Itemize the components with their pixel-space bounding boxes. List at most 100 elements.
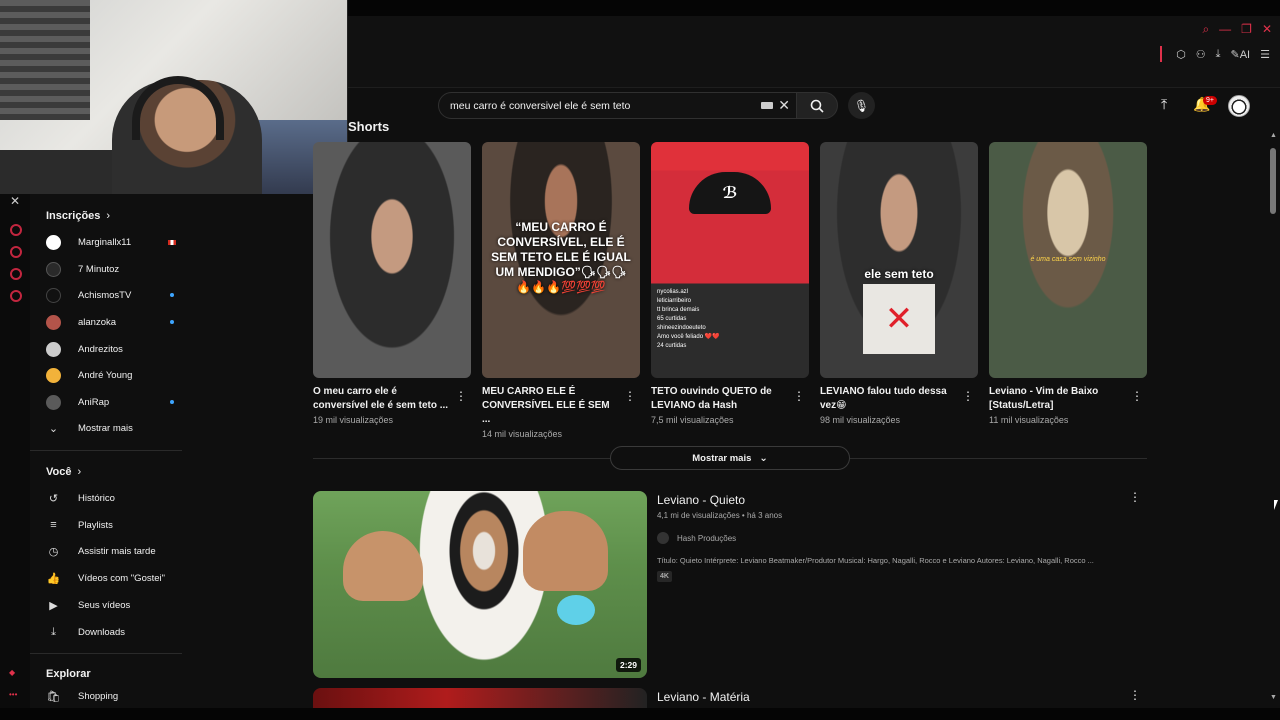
rail-chat-icon[interactable] (10, 268, 22, 280)
x-mark-icon: ✕ (884, 300, 914, 338)
rail-settings-icon[interactable] (10, 290, 22, 302)
rail-record-icon[interactable] (10, 224, 22, 236)
avatar (46, 394, 61, 410)
subscription-item[interactable]: alanzoka (46, 311, 194, 333)
show-more-subscriptions[interactable]: ⌄ Mostrar mais (46, 417, 194, 439)
search-button[interactable] (796, 92, 838, 119)
history-icon: ↺ (48, 492, 59, 505)
rail-more-icon[interactable]: ••• (9, 690, 17, 699)
minimize-icon[interactable]: — (1219, 22, 1231, 37)
more-options-icon[interactable]: ⋮ (793, 389, 805, 403)
thumbnail-hand (523, 511, 608, 591)
browser-tools: ⬡ ⚇ ⤓ ✎AI ☰ (1160, 46, 1270, 62)
subscription-item[interactable]: AniRap (46, 391, 194, 413)
menu-icon[interactable]: ☰ (1260, 48, 1270, 61)
account-icon[interactable]: ⚇ (1196, 48, 1206, 61)
mic-icon: 🎙 (853, 98, 870, 113)
sidebar-item-history[interactable]: ↺ Histórico (46, 487, 194, 509)
live-flag-icon (168, 239, 176, 245)
video-result[interactable] (313, 688, 647, 708)
bottom-strip (0, 708, 1280, 720)
short-thumbnail[interactable]: é uma casa sem vizinho (989, 142, 1147, 378)
short-thumbnail[interactable]: ele sem teto ✕ (820, 142, 978, 378)
sidebar-item-your-videos[interactable]: ▶ Seus vídeos (46, 594, 194, 616)
subscription-item[interactable]: Marginallx11 (46, 231, 194, 253)
short-thumbnail[interactable] (313, 142, 471, 378)
short-title[interactable]: O meu carro ele é conversível ele é sem … (313, 385, 449, 413)
close-icon[interactable]: ✕ (1262, 22, 1272, 37)
short-title[interactable]: MEU CARRO ELE É CONVERSÍVEL ELE É SEM ..… (482, 385, 618, 427)
show-more-shorts-button[interactable]: Mostrar mais ⌄ (610, 446, 850, 470)
divider (30, 653, 182, 654)
video-thumbnail[interactable] (313, 688, 647, 708)
more-options-icon[interactable]: ⋮ (1129, 490, 1141, 504)
search-query: meu carro é conversivel ele é sem teto (450, 99, 631, 112)
subscription-item[interactable]: André Young (46, 364, 194, 386)
more-options-icon[interactable]: ⋮ (624, 389, 636, 403)
search-input[interactable]: meu carro é conversivel ele é sem teto ✕ (438, 92, 798, 119)
video-meta: Leviano - Quieto 4,1 mi de visualizações… (657, 493, 1127, 583)
short-card[interactable]: ele sem teto ✕ LEVIANO falou tudo dessa … (820, 142, 978, 425)
channel-avatar[interactable] (657, 532, 669, 544)
video-title[interactable]: Leviano - Matéria (657, 690, 750, 704)
chevron-right-icon: › (106, 210, 111, 222)
video-duration: 2:29 (615, 658, 641, 672)
sidebar-item-downloads[interactable]: ⤓ Downloads (46, 621, 194, 643)
search-icon (810, 99, 824, 113)
restore-icon[interactable]: ❐ (1241, 22, 1252, 37)
subscription-item[interactable]: 7 Minutoz (46, 258, 194, 280)
short-overlay-text: é uma casa sem vizinho (1030, 256, 1106, 263)
sidebar-item-watch-later[interactable]: ◷ Assistir mais tarde (46, 540, 194, 562)
sidebar-item-playlists[interactable]: ≡ Playlists (46, 514, 194, 536)
scroll-down-arrow[interactable]: ▼ (1270, 694, 1277, 701)
video-channel[interactable]: Hash Produções (657, 532, 1127, 544)
subscriptions-heading[interactable]: Inscrições › (46, 210, 110, 222)
short-card[interactable]: “MEU CARRO É CONVERSÍVEL, ELE É SEM TETO… (482, 142, 640, 439)
more-options-icon[interactable]: ⋮ (455, 389, 467, 403)
short-title[interactable]: Leviano - Vim de Baixo [Status/Letra] (989, 385, 1125, 413)
quality-badge: 4K (657, 571, 672, 582)
subscription-item[interactable]: Andrezitos (46, 338, 194, 360)
you-heading[interactable]: Você › (46, 466, 81, 478)
short-thumbnail[interactable]: “MEU CARRO É CONVERSÍVEL, ELE É SEM TETO… (482, 142, 640, 378)
x-icon[interactable]: ✕ (10, 194, 20, 208)
chevron-down-icon: ⌄ (759, 452, 768, 464)
upload-icon[interactable]: ⤒ (1161, 96, 1167, 113)
avatar (46, 341, 61, 357)
more-options-icon[interactable]: ⋮ (962, 389, 974, 403)
scrollbar-thumb[interactable] (1270, 148, 1276, 214)
chevron-right-icon: › (77, 466, 82, 478)
webcam-desk (0, 150, 120, 194)
left-rail: ✕ ◆ ••• (0, 194, 30, 720)
short-title[interactable]: LEVIANO falou tudo dessa vez😁 (820, 385, 956, 413)
account-avatar[interactable] (1228, 95, 1250, 117)
sidebar-item-liked-videos[interactable]: 👍 Vídeos com "Gostei" (46, 567, 194, 589)
close-icon[interactable]: ✕ (778, 97, 790, 114)
extensions-icon[interactable]: ⬡ (1176, 48, 1186, 61)
chevron-down-icon: ⌄ (48, 422, 59, 435)
more-options-icon[interactable]: ⋮ (1129, 688, 1141, 702)
mic-button[interactable]: 🎙 (848, 92, 875, 119)
avatar (46, 367, 61, 383)
rail-clock-icon[interactable] (10, 246, 22, 258)
video-title[interactable]: Leviano - Quieto (657, 493, 1127, 507)
short-card[interactable]: O meu carro ele é conversível ele é sem … (313, 142, 471, 425)
video-result[interactable]: 2:29 (313, 491, 647, 678)
scroll-up-arrow[interactable]: ▲ (1270, 132, 1277, 139)
webcam-overlay (0, 0, 348, 194)
video-thumbnail[interactable]: 2:29 (313, 491, 647, 678)
short-views: 11 mil visualizações (989, 415, 1069, 425)
search-icon[interactable]: ⌕ (1202, 22, 1209, 37)
short-card[interactable]: é uma casa sem vizinho Leviano - Vim de … (989, 142, 1147, 425)
subscription-item[interactable]: AchismosTV (46, 284, 194, 306)
sidebar-item-shopping[interactable]: 🛍 Shopping (46, 685, 194, 707)
thumbnail-hand (343, 531, 423, 601)
download-icon[interactable]: ⤓ (1216, 48, 1221, 61)
more-options-icon[interactable]: ⋮ (1131, 389, 1143, 403)
mouse-cursor (1274, 500, 1278, 510)
keyboard-icon[interactable] (761, 102, 773, 109)
short-thumbnail[interactable]: ℬ nycolias.azl leticiarribeiro tt brinca… (651, 142, 809, 378)
short-title[interactable]: TETO ouvindo QUETO de LEVIANO da Hash (651, 385, 787, 413)
ai-button[interactable]: ✎AI (1231, 48, 1251, 61)
short-card[interactable]: ℬ nycolias.azl leticiarribeiro tt brinca… (651, 142, 809, 425)
